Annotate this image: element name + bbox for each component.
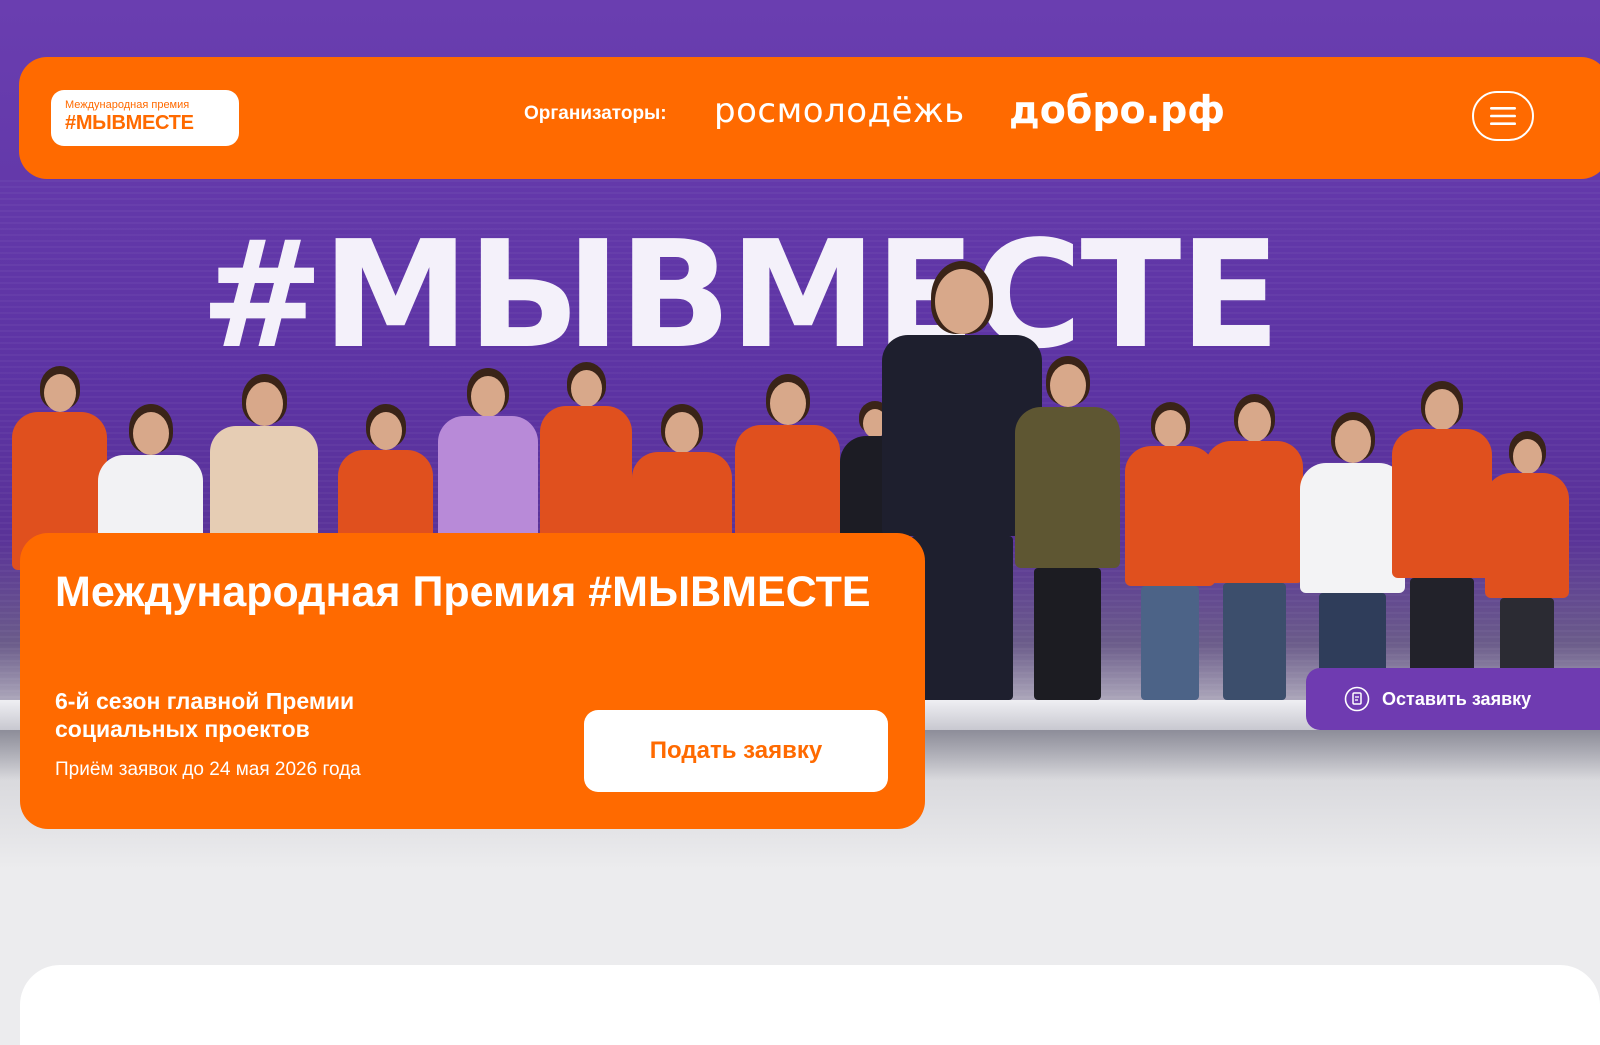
stage-person-15 <box>1392 381 1492 700</box>
person-legs <box>911 536 1013 700</box>
logo-caption: Международная премия <box>65 99 190 111</box>
stage-person-12 <box>1125 402 1215 700</box>
organizer-rosmolodezh-logo[interactable]: росмолодёжь <box>714 91 965 131</box>
person-legs <box>1141 586 1199 700</box>
person-head <box>1155 410 1186 447</box>
stage-person-14 <box>1300 412 1405 700</box>
person-body <box>1015 407 1120 568</box>
menu-button[interactable] <box>1472 91 1534 141</box>
person-head <box>1238 402 1271 442</box>
person-body <box>1485 473 1569 598</box>
person-head <box>1050 364 1086 407</box>
person-head <box>133 412 169 455</box>
person-head <box>770 382 806 425</box>
organizer-dobro-logo[interactable]: добро.рф <box>1009 88 1225 132</box>
person-head <box>665 412 699 453</box>
person-body <box>1300 463 1405 593</box>
promo-card: Международная Премия #МЫВМЕСТЕ 6-й сезон… <box>20 533 925 829</box>
stage-person-16 <box>1485 431 1569 700</box>
site-logo[interactable]: Международная премия #МЫВМЕСТЕ <box>51 90 239 146</box>
site-header: Международная премия #МЫВМЕСТЕ Организат… <box>19 57 1600 179</box>
person-legs <box>1034 568 1101 700</box>
person-head <box>1513 439 1542 474</box>
person-head <box>370 412 402 450</box>
logo-hashtag: #МЫВМЕСТЕ <box>65 112 194 134</box>
person-head <box>44 374 76 412</box>
promo-title: Международная Премия #МЫВМЕСТЕ <box>55 568 871 616</box>
person-head <box>471 376 505 417</box>
person-head <box>1425 389 1459 430</box>
person-body <box>1392 429 1492 578</box>
person-body <box>1125 446 1215 586</box>
person-body <box>1205 441 1303 583</box>
stage-person-11 <box>1015 356 1120 700</box>
person-head <box>571 370 602 407</box>
person-head <box>935 269 989 334</box>
apply-button[interactable]: Подать заявку <box>584 710 888 792</box>
organizers-label: Организаторы: <box>524 103 667 124</box>
next-section-card <box>20 965 1600 1045</box>
person-head <box>1335 420 1371 463</box>
edit-document-icon <box>1344 686 1370 712</box>
person-legs <box>1223 583 1286 700</box>
promo-deadline: Приём заявок до 24 мая 2026 года <box>55 759 361 780</box>
hamburger-menu-icon <box>1490 107 1516 125</box>
promo-subtitle: 6-й сезон главной Премии социальных прое… <box>55 688 355 742</box>
leave-request-label: Оставить заявку <box>1382 688 1532 709</box>
stage-person-13 <box>1205 394 1303 700</box>
leave-request-button[interactable]: Оставить заявку <box>1306 668 1600 730</box>
person-head <box>246 382 283 426</box>
